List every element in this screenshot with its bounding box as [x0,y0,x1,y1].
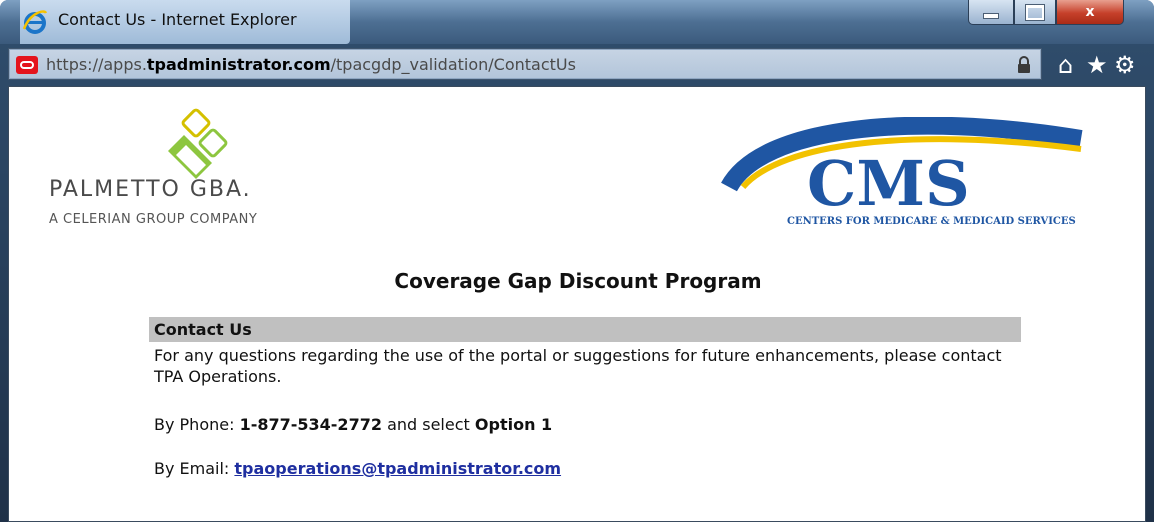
url-subdomain: apps. [103,55,147,74]
internet-explorer-icon [22,10,48,34]
phone-line: By Phone: 1-877-534-2772 and select Opti… [154,415,552,434]
cms-logo-text: CMS [807,147,970,220]
palmetto-logo-tagline: A CELERIAN GROUP COMPANY [49,212,258,227]
address-field[interactable]: https://apps.tpadministrator.com/tpacgdp… [10,50,1040,78]
section-header: Contact Us [149,317,1021,342]
phone-mid-text: and select [387,415,470,434]
maximize-button[interactable] [1014,0,1056,25]
email-line: By Email: tpaoperations@tpadministrator.… [154,459,561,478]
favorites-star-icon[interactable]: ★ [1086,52,1108,78]
url-path: /tpacgdp_validation/ContactUs [330,55,576,74]
close-icon: x [1085,4,1095,20]
browser-window: Contact Us - Internet Explorer x https:/… [0,0,1154,522]
section-header-label: Contact Us [154,320,252,339]
page-title: Coverage Gap Discount Program [394,269,762,293]
cms-logo-subtitle: CENTERS FOR MEDICARE & MEDICAID SERVICES [787,216,1076,227]
page-content: PALMETTO GBA. A CELERIAN GROUP COMPANY C… [8,86,1146,522]
close-button[interactable]: x [1056,0,1124,25]
window-title: Contact Us - Internet Explorer [58,10,297,29]
palmetto-logo-name: PALMETTO GBA. [49,177,252,202]
address-bar[interactable]: https://apps.tpadministrator.com/tpacgdp… [8,48,1042,80]
maximize-icon [1026,4,1044,20]
lock-icon[interactable] [1016,56,1032,74]
url-protocol: https:// [46,55,104,74]
title-bar[interactable]: Contact Us - Internet Explorer x [0,0,1154,44]
cms-logo: CMS [721,117,1083,220]
phone-label: By Phone: [154,415,235,434]
site-favicon-icon [16,56,38,74]
intro-text: For any questions regarding the use of t… [154,346,1002,386]
url-text[interactable]: https://apps.tpadministrator.com/tpacgdp… [46,55,576,74]
minimize-icon [983,13,999,19]
phone-option: Option 1 [474,415,553,434]
phone-number: 1-877-534-2772 [239,415,382,434]
url-host: tpadministrator.com [146,55,331,74]
minimize-button[interactable] [968,0,1014,25]
tools-gear-icon[interactable]: ⚙ [1114,52,1136,78]
email-link[interactable]: tpaoperations@tpadministrator.com [234,459,561,478]
email-label: By Email: [154,459,230,478]
window-controls: x [968,0,1124,28]
home-icon[interactable]: ⌂ [1058,52,1073,78]
